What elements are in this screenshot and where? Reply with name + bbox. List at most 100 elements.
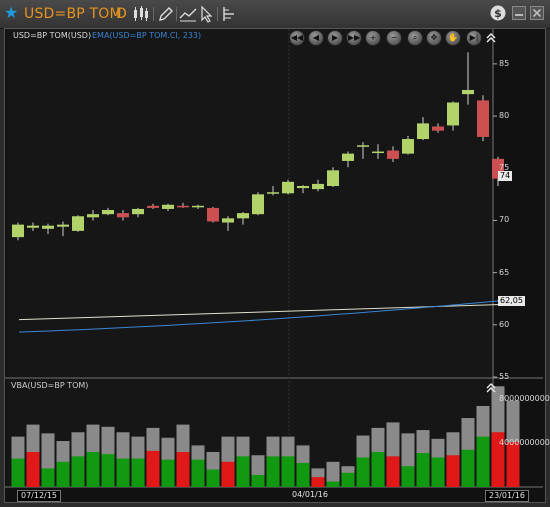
currency-icon[interactable]: $	[490, 5, 506, 21]
volume-bar-green	[56, 461, 70, 487]
volume-bar-green	[461, 449, 475, 487]
double-right-icon: ▶▶	[347, 33, 361, 42]
volume-bar-red	[146, 450, 160, 487]
candle-up	[327, 170, 339, 186]
zoom-out-button[interactable]: −	[386, 30, 402, 46]
candle-up	[132, 208, 144, 215]
double-left-icon: ◀◀	[290, 33, 304, 42]
end-icon: ▶|	[469, 33, 479, 42]
volume-bar-green	[101, 454, 115, 487]
candle-down	[117, 213, 129, 218]
candle-up	[297, 185, 309, 189]
collapse-volume-panel-icon[interactable]	[486, 383, 496, 393]
cursor-icon[interactable]	[198, 5, 216, 23]
candlestick-icon[interactable]	[132, 5, 150, 23]
candle-up	[447, 102, 459, 126]
volume-bar-green	[11, 458, 25, 487]
collapse-price-panel-icon[interactable]	[486, 33, 496, 43]
volume-bar-green	[86, 451, 100, 487]
candle-up	[282, 181, 294, 194]
price-tick-label: 60	[499, 319, 510, 329]
candle-up	[417, 123, 429, 140]
trend-tools-icon[interactable]	[179, 5, 197, 23]
volume-bar-red	[446, 455, 460, 487]
pan-button[interactable]: ✋	[445, 30, 461, 46]
candle-up	[267, 192, 279, 194]
candle-up	[372, 151, 384, 154]
price-panel	[7, 29, 493, 377]
periodicity-selector[interactable]: D	[116, 6, 127, 22]
close-icon[interactable]	[530, 6, 544, 20]
volume-bar-green	[266, 456, 280, 487]
volume-bar-green	[416, 453, 430, 487]
toolbar-divider	[217, 7, 218, 21]
candle-up	[72, 216, 84, 231]
candle-down	[477, 100, 489, 137]
volume-bar-green	[296, 462, 310, 487]
candle-up	[312, 183, 324, 190]
play-icon: ▶	[331, 33, 339, 42]
volume-bar-green	[326, 481, 340, 487]
candle-up	[42, 225, 54, 229]
left-icon: ◀	[312, 33, 320, 42]
play-button[interactable]: ▶	[327, 30, 343, 46]
price-tick-label: 70	[499, 215, 510, 225]
chart-window: USD=BP TOM(USD) EMA(USD=BP TOM.Cl, 233) …	[4, 28, 550, 503]
toolbar-divider	[176, 7, 177, 21]
crosshair-icon[interactable]	[220, 5, 238, 23]
zoom-in-button[interactable]: +	[365, 30, 381, 46]
candle-up	[402, 139, 414, 154]
title-bar: ★ USD=BP TOM D $	[0, 0, 550, 29]
fit-button[interactable]: ✥	[426, 30, 442, 46]
minimize-icon[interactable]	[512, 6, 526, 20]
candle-down	[387, 150, 399, 159]
volume-tick-label: 8000000000	[499, 394, 550, 404]
svg-text:$: $	[494, 7, 502, 20]
volume-bar-green	[431, 457, 445, 487]
price-tick-label: 80	[499, 111, 510, 121]
pencil-icon[interactable]	[157, 5, 175, 23]
chart-canvas[interactable]	[5, 29, 545, 502]
volume-tick-label: 4000000000	[499, 438, 550, 448]
candle-up	[162, 204, 174, 209]
candle-up	[57, 224, 69, 227]
volume-bar-green	[401, 466, 415, 487]
candle-up	[222, 218, 234, 223]
toolbar-divider	[153, 7, 154, 21]
volume-bar-red	[26, 451, 40, 487]
magnifier-icon: ⌕	[412, 33, 418, 42]
volume-bar-red	[176, 451, 190, 487]
candle-down	[432, 126, 444, 131]
candle-up	[462, 89, 474, 95]
volume-bar-green	[251, 474, 265, 487]
star-icon[interactable]: ★	[4, 4, 18, 22]
volume-bar-green	[41, 468, 55, 487]
price-series-label: USD=BP TOM(USD)	[13, 31, 92, 40]
search-button[interactable]: ⌕	[407, 30, 423, 46]
ema-series-label: EMA(USD=BP TOM.Cl, 233)	[92, 31, 202, 40]
candle-up	[102, 210, 114, 215]
candle-up	[12, 224, 24, 238]
price-tick-label: 55	[499, 372, 510, 381]
volume-bar-green	[341, 472, 355, 487]
arrows-icon: ✥	[430, 33, 438, 42]
chart-application: ★ USD=BP TOM D $ USD=BP TOM(USD) EMA(USD…	[0, 0, 550, 507]
price-tick-label: 85	[499, 58, 510, 68]
volume-bar-green	[371, 451, 385, 487]
back-button[interactable]: ◀	[308, 30, 324, 46]
symbol-title[interactable]: USD=BP TOM	[24, 6, 122, 22]
volume-bar-green	[71, 456, 85, 487]
volume-bar-green	[281, 456, 295, 487]
volume-bar-green	[236, 456, 250, 487]
first-button[interactable]: ◀◀	[289, 30, 305, 46]
candle-down	[147, 205, 159, 208]
start-date-label: 07/12/15	[17, 490, 61, 502]
end-button[interactable]: ▶|	[466, 30, 482, 46]
volume-bar-red	[221, 461, 235, 487]
forward-button[interactable]: ▶▶	[346, 30, 362, 46]
volume-bar-green	[356, 457, 370, 487]
end-date-label: 23/01/16	[485, 490, 529, 502]
volume-bar-green	[476, 436, 490, 487]
volume-bar-green	[161, 459, 175, 487]
volume-series-label: VBA(USD=BP TOM)	[11, 381, 89, 390]
